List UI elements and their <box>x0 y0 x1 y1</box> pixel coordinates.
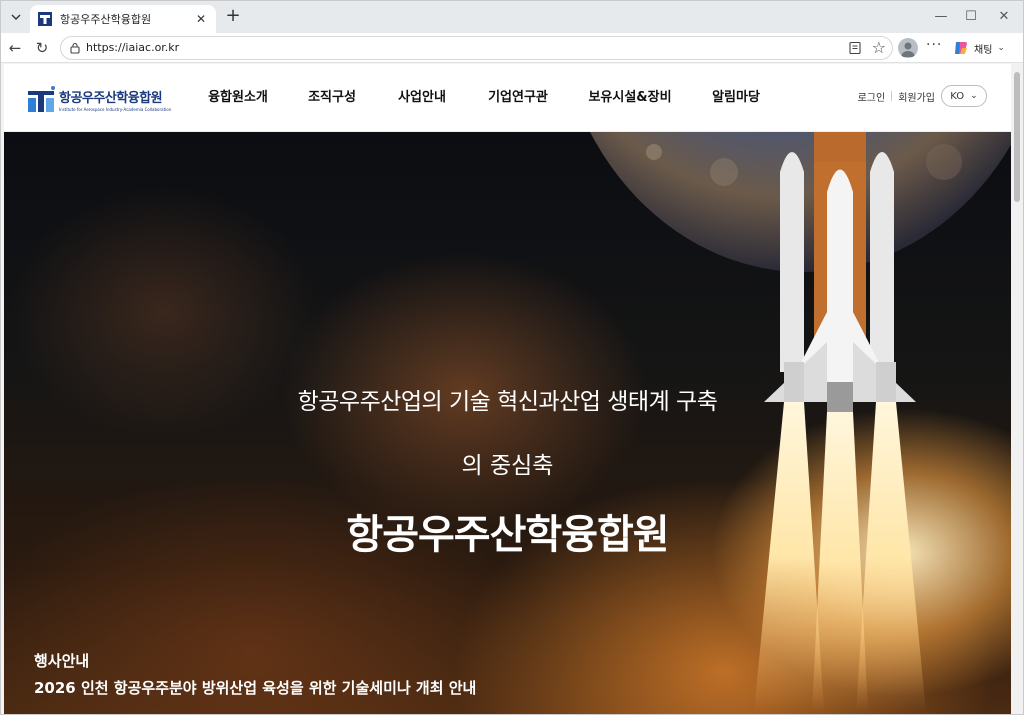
tab-close-icon[interactable]: ✕ <box>194 12 208 26</box>
copilot-icon <box>955 42 967 54</box>
hero-text: 항공우주산업의 기술 혁신과산업 생태계 구축 의 중심축 항공우주산학융합원 <box>4 382 1011 560</box>
chevron-down-icon: ⌄ <box>997 43 1005 53</box>
browser-window: 항공우주산학융합원 ✕ + — ☐ ✕ ← ↻ https://iaiac.or… <box>0 0 1024 715</box>
tab-title: 항공우주산학융합원 <box>60 13 152 26</box>
window-close-icon[interactable]: ✕ <box>994 7 1014 27</box>
tab-strip: 항공우주산학융합원 ✕ + — ☐ ✕ <box>1 1 1023 33</box>
utility-menu: 로그인 회원가입 KO ⌄ <box>858 85 987 107</box>
address-bar[interactable]: https://iaiac.or.kr ☆ <box>60 36 893 60</box>
browser-toolbar: ← ↻ https://iaiac.or.kr ☆ ··· 채팅 ⌄ <box>1 33 1023 63</box>
reload-icon[interactable]: ↻ <box>32 38 52 58</box>
chevron-down-icon <box>11 14 21 20</box>
main-navigation: 융합원소개 조직구성 사업안내 기업연구관 보유시설&장비 알림마당 <box>194 64 786 132</box>
profile-avatar[interactable] <box>898 38 918 58</box>
site-info-icon[interactable] <box>69 42 81 54</box>
language-select[interactable]: KO ⌄ <box>941 85 987 107</box>
language-value: KO <box>950 90 965 102</box>
nav-item-organization[interactable]: 조직구성 <box>282 64 382 132</box>
more-options-icon[interactable]: ··· <box>926 37 942 53</box>
hero-slogan-line2: 의 중심축 <box>461 453 554 479</box>
nav-item-facilities[interactable]: 보유시설&장비 <box>574 64 686 132</box>
page-scrollbar[interactable] <box>1011 64 1023 714</box>
notice-category: 행사안내 <box>34 652 90 670</box>
back-icon[interactable]: ← <box>5 38 25 58</box>
nav-item-notice[interactable]: 알림마당 <box>686 64 786 132</box>
nav-item-about[interactable]: 융합원소개 <box>194 64 282 132</box>
new-tab-button[interactable]: + <box>223 6 243 26</box>
web-page: 항공우주산학융합원 Institute for Aerospace Indust… <box>4 64 1011 714</box>
notice-headline[interactable]: 2026 인천 항공우주분야 방위산업 육성을 위한 기술세미나 개최 안내 <box>34 677 476 698</box>
copilot-button[interactable]: 채팅 ⌄ <box>953 37 1017 59</box>
person-icon <box>901 42 915 57</box>
nav-item-business[interactable]: 사업안내 <box>382 64 462 132</box>
site-favicon-icon <box>38 12 52 26</box>
reading-view-icon[interactable] <box>848 41 862 55</box>
url-text[interactable]: https://iaiac.or.kr <box>86 41 179 54</box>
hero-slogan-line1: 항공우주산업의 기술 혁신과산업 생태계 구축 <box>297 389 718 415</box>
logo-subtitle: Institute for Aerospace Industry-Academi… <box>59 106 172 112</box>
maximize-icon[interactable]: ☐ <box>961 7 981 27</box>
logo-mark-icon <box>28 86 55 112</box>
copilot-label: 채팅 <box>974 44 993 56</box>
chevron-down-icon: ⌄ <box>970 91 978 101</box>
minimize-icon[interactable]: — <box>931 7 951 27</box>
divider <box>891 91 893 101</box>
login-link[interactable]: 로그인 <box>858 89 886 104</box>
event-notice[interactable]: 행사안내 2026 인천 항공우주분야 방위산업 육성을 위한 기술세미나 개최… <box>34 650 476 698</box>
logo-name: 항공우주산학융합원 <box>59 90 163 106</box>
scrollbar-thumb[interactable] <box>1014 72 1020 202</box>
tab-list-button[interactable] <box>5 6 27 28</box>
favorite-star-icon[interactable]: ☆ <box>872 38 886 57</box>
site-logo[interactable]: 항공우주산학융합원 Institute for Aerospace Indust… <box>28 83 176 115</box>
signup-link[interactable]: 회원가입 <box>898 89 935 104</box>
tab-active[interactable]: 항공우주산학융합원 ✕ <box>30 5 216 33</box>
hero-banner: 항공우주산업의 기술 혁신과산업 생태계 구축 의 중심축 항공우주산학융합원 … <box>4 132 1011 714</box>
nav-item-research[interactable]: 기업연구관 <box>462 64 574 132</box>
hero-title: 항공우주산학융합원 <box>346 512 669 558</box>
site-header: 항공우주산학융합원 Institute for Aerospace Indust… <box>4 64 1011 132</box>
